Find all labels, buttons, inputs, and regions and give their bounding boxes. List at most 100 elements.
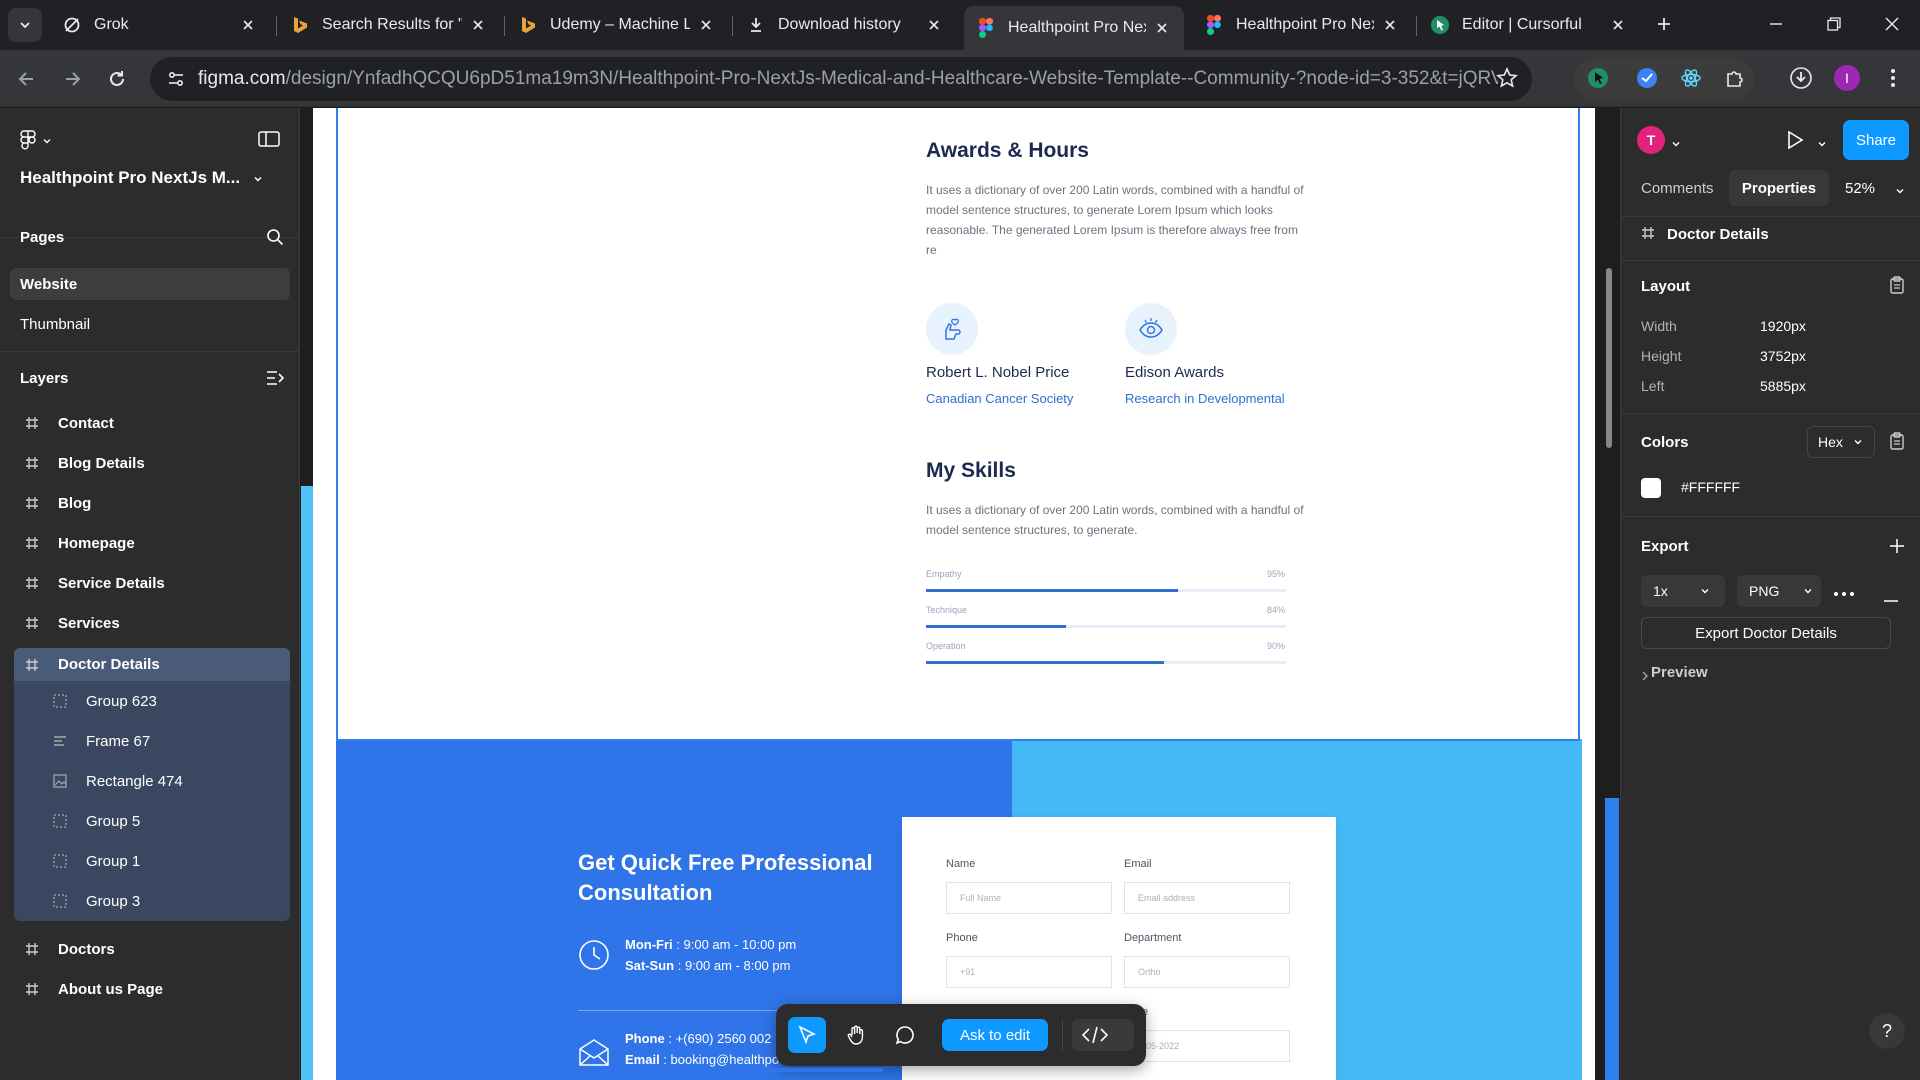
layer-about-us-page[interactable]: About us Page — [14, 971, 290, 1007]
user-avatar[interactable]: T — [1637, 126, 1665, 154]
extensions-puzzle-icon[interactable] — [1720, 63, 1750, 93]
reload-button[interactable] — [100, 62, 134, 96]
forward-button[interactable] — [55, 62, 89, 96]
preview-toggle[interactable]: Preview — [1651, 664, 1708, 681]
chevron-down-icon[interactable] — [252, 172, 264, 190]
tab-comments[interactable]: Comments — [1641, 180, 1714, 197]
hand-tool-button[interactable] — [837, 1017, 875, 1053]
browser-tab-grok[interactable]: Grok — [50, 6, 270, 44]
layer-group-1[interactable]: Group 1 — [14, 841, 290, 881]
help-button[interactable]: ? — [1869, 1013, 1905, 1049]
tab-search-button[interactable] — [8, 8, 42, 42]
export-button[interactable]: Export Doctor Details — [1641, 617, 1891, 649]
browser-tab-search[interactable]: Search Results for "M — [278, 6, 500, 44]
department-select[interactable]: Ortho — [1124, 956, 1290, 988]
layer-doctors[interactable]: Doctors — [14, 931, 290, 967]
page-item-thumbnail[interactable]: Thumbnail — [10, 308, 290, 340]
close-icon[interactable] — [238, 15, 258, 35]
comment-tool-button[interactable] — [886, 1017, 924, 1053]
layer-service-details[interactable]: Service Details — [14, 565, 290, 601]
hours-info: Mon-Fri : 9:00 am - 10:00 pm Sat-Sun : 9… — [625, 934, 796, 976]
share-button[interactable]: Share — [1843, 120, 1909, 160]
color-hex-value[interactable]: #FFFFFF — [1681, 479, 1740, 495]
department-label: Department — [1124, 932, 1182, 944]
layer-group-3[interactable]: Group 3 — [14, 881, 290, 921]
browser-tab-downloads[interactable]: Download history — [734, 6, 956, 44]
url-text: figma.com/design/YnfadhQCQU6pD51ma19m3N/… — [198, 68, 1498, 90]
layer-frame-67[interactable]: Frame 67 — [14, 721, 290, 761]
clipboard-icon[interactable] — [1889, 276, 1905, 299]
canvas-scrollbar[interactable] — [1606, 268, 1612, 448]
file-name[interactable]: Healthpoint Pro NextJs M... — [20, 168, 240, 188]
sidebar-toggle-icon[interactable] — [258, 130, 280, 153]
close-icon[interactable] — [468, 15, 488, 35]
page-item-website[interactable]: Website — [10, 268, 290, 300]
ask-to-edit-button[interactable]: Ask to edit — [942, 1019, 1048, 1051]
phone-input[interactable]: +91 — [946, 956, 1112, 988]
site-settings-icon[interactable] — [164, 67, 188, 91]
profile-avatar[interactable]: I — [1832, 63, 1862, 93]
color-format-value: Hex — [1818, 434, 1843, 450]
browser-tab-udemy[interactable]: Udemy – Machine Le — [506, 6, 728, 44]
chevron-down-icon[interactable] — [1671, 136, 1681, 154]
zoom-level[interactable]: 52% — [1845, 180, 1875, 197]
width-value[interactable]: 1920px — [1760, 318, 1806, 334]
new-tab-button[interactable] — [1650, 10, 1678, 38]
layer-doctor-details[interactable]: Doctor Details — [14, 648, 290, 681]
layer-group-5[interactable]: Group 5 — [14, 801, 290, 841]
layer-contact[interactable]: Contact — [14, 405, 290, 441]
react-devtools-icon[interactable] — [1676, 63, 1706, 93]
restore-button[interactable] — [1806, 6, 1862, 42]
search-icon[interactable] — [266, 228, 284, 251]
export-format-select[interactable]: PNG — [1737, 575, 1821, 607]
figma-main-menu[interactable] — [20, 130, 52, 152]
layer-group-623[interactable]: Group 623 — [14, 681, 290, 721]
design-canvas[interactable]: Awards & Hours It uses a dictionary of o… — [301, 108, 1619, 1080]
name-input[interactable]: Full Name — [946, 882, 1112, 914]
export-scale-select[interactable]: 1x — [1641, 575, 1725, 607]
close-icon[interactable] — [1380, 15, 1400, 35]
chevron-down-icon[interactable] — [1817, 136, 1827, 154]
present-play-icon[interactable] — [1785, 129, 1805, 156]
close-icon[interactable] — [924, 15, 944, 35]
back-button[interactable] — [10, 62, 44, 96]
browser-tab-healthpoint-active[interactable]: Healthpoint Pro Next — [964, 6, 1184, 50]
layer-list-options-icon[interactable] — [266, 370, 285, 391]
downloads-icon[interactable] — [1786, 63, 1816, 93]
plus-icon[interactable] — [1889, 538, 1905, 559]
date-input[interactable]: 5-05-2022 — [1124, 1030, 1290, 1062]
chevron-right-icon[interactable] — [1641, 668, 1649, 686]
minimize-button[interactable] — [1748, 6, 1804, 42]
height-value[interactable]: 3752px — [1760, 348, 1806, 364]
move-tool-button[interactable] — [788, 1017, 826, 1053]
minus-icon[interactable] — [1883, 590, 1899, 608]
email-label: Email — [1124, 858, 1152, 870]
more-options-icon[interactable] — [1833, 584, 1855, 602]
bookmark-star-icon[interactable] — [1496, 67, 1518, 94]
close-icon[interactable] — [1152, 18, 1172, 38]
tab-divider — [276, 16, 277, 36]
close-icon[interactable] — [696, 15, 716, 35]
color-swatch[interactable] — [1641, 478, 1661, 498]
address-bar[interactable]: figma.com/design/YnfadhQCQU6pD51ma19m3N/… — [150, 57, 1532, 101]
close-icon[interactable] — [1608, 15, 1628, 35]
email-input[interactable]: Email address — [1124, 882, 1290, 914]
tab-properties[interactable]: Properties — [1729, 170, 1829, 206]
layer-services[interactable]: Services — [14, 605, 290, 641]
layer-rectangle-474[interactable]: Rectangle 474 — [14, 761, 290, 801]
browser-menu-icon[interactable] — [1878, 63, 1908, 93]
color-format-select[interactable]: Hex — [1807, 426, 1875, 458]
left-value[interactable]: 5885px — [1760, 378, 1806, 394]
browser-tab-healthpoint-2[interactable]: Healthpoint Pro Nex — [1192, 6, 1412, 44]
cursorful-extension-icon[interactable] — [1583, 63, 1613, 93]
layer-blog-details[interactable]: Blog Details — [14, 445, 290, 481]
clipboard-icon[interactable] — [1889, 432, 1905, 455]
close-window-button[interactable] — [1864, 6, 1920, 42]
chevron-down-icon[interactable] — [1895, 183, 1905, 201]
dev-mode-toggle[interactable] — [1072, 1019, 1134, 1051]
browser-tab-cursorful[interactable]: Editor | Cursorful — [1418, 6, 1640, 44]
layer-homepage[interactable]: Homepage — [14, 525, 290, 561]
layer-blog[interactable]: Blog — [14, 485, 290, 521]
shield-extension-icon[interactable] — [1632, 63, 1662, 93]
arrow-right-icon — [66, 72, 81, 86]
